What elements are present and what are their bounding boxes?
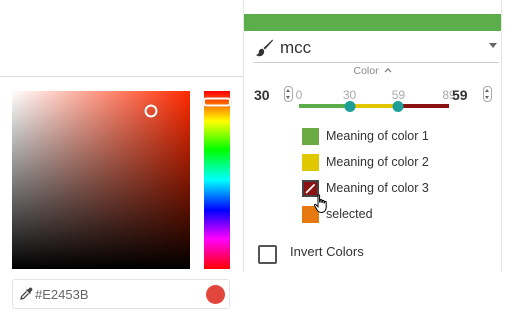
legend-color-swatch[interactable] [302,154,319,171]
range-max-stepper[interactable] [483,86,492,102]
legend-item: Meaning of color 3 [302,179,482,199]
hue-slider-handle[interactable] [203,97,231,107]
legend-label: Meaning of color 1 [326,129,429,143]
range-tick-label: 59 [391,88,406,102]
legend-item: selected [302,205,482,225]
hue-slider[interactable] [203,91,231,269]
range-tick-label: 0 [295,88,303,102]
range-ticks: 0 30 59 89 [295,88,456,102]
range-min-handle[interactable] [344,101,356,112]
chevron-up-icon [384,68,391,73]
saturation-value-handle[interactable] [144,104,158,118]
legend-label: selected [326,207,373,221]
legend-item: Meaning of color 2 [302,153,482,173]
color-picker: #E2453B [0,76,243,320]
field-select[interactable]: mcc [254,36,499,63]
range-min-stepper[interactable] [284,86,293,102]
range-tick-label: 30 [342,88,357,102]
settings-panel: mcc Color 30 0 30 59 89 59 Meaning of color… [243,0,502,272]
eyedropper-icon[interactable] [19,287,33,301]
range-max-value[interactable]: 59 [452,87,468,103]
paintbrush-icon [255,39,273,57]
hand-cursor-icon [313,194,327,214]
legend-item: Meaning of color 1 [302,127,482,147]
range-slider-row: 30 0 30 59 89 59 [244,84,501,114]
legend-label: Meaning of color 3 [326,181,429,195]
legend-color-swatch[interactable] [302,128,319,145]
legend-label: Meaning of color 2 [326,155,429,169]
hex-value[interactable]: #E2453B [35,287,89,302]
range-track[interactable] [299,104,449,108]
panel-header-bar [244,14,501,31]
hex-input[interactable]: #E2453B [12,279,230,309]
invert-colors-checkbox[interactable] [258,245,277,264]
chevron-down-icon[interactable] [489,43,497,48]
color-section-label: Color [353,65,379,77]
saturation-value-area[interactable] [12,91,190,269]
color-section-toggle[interactable]: Color [244,65,501,77]
field-name: mcc [280,38,312,57]
invert-colors-label: Invert Colors [290,244,364,259]
range-min-value[interactable]: 30 [254,87,270,103]
invert-colors-option[interactable]: Invert Colors [256,243,486,265]
current-color-swatch [206,285,225,304]
range-max-handle[interactable] [392,101,404,112]
